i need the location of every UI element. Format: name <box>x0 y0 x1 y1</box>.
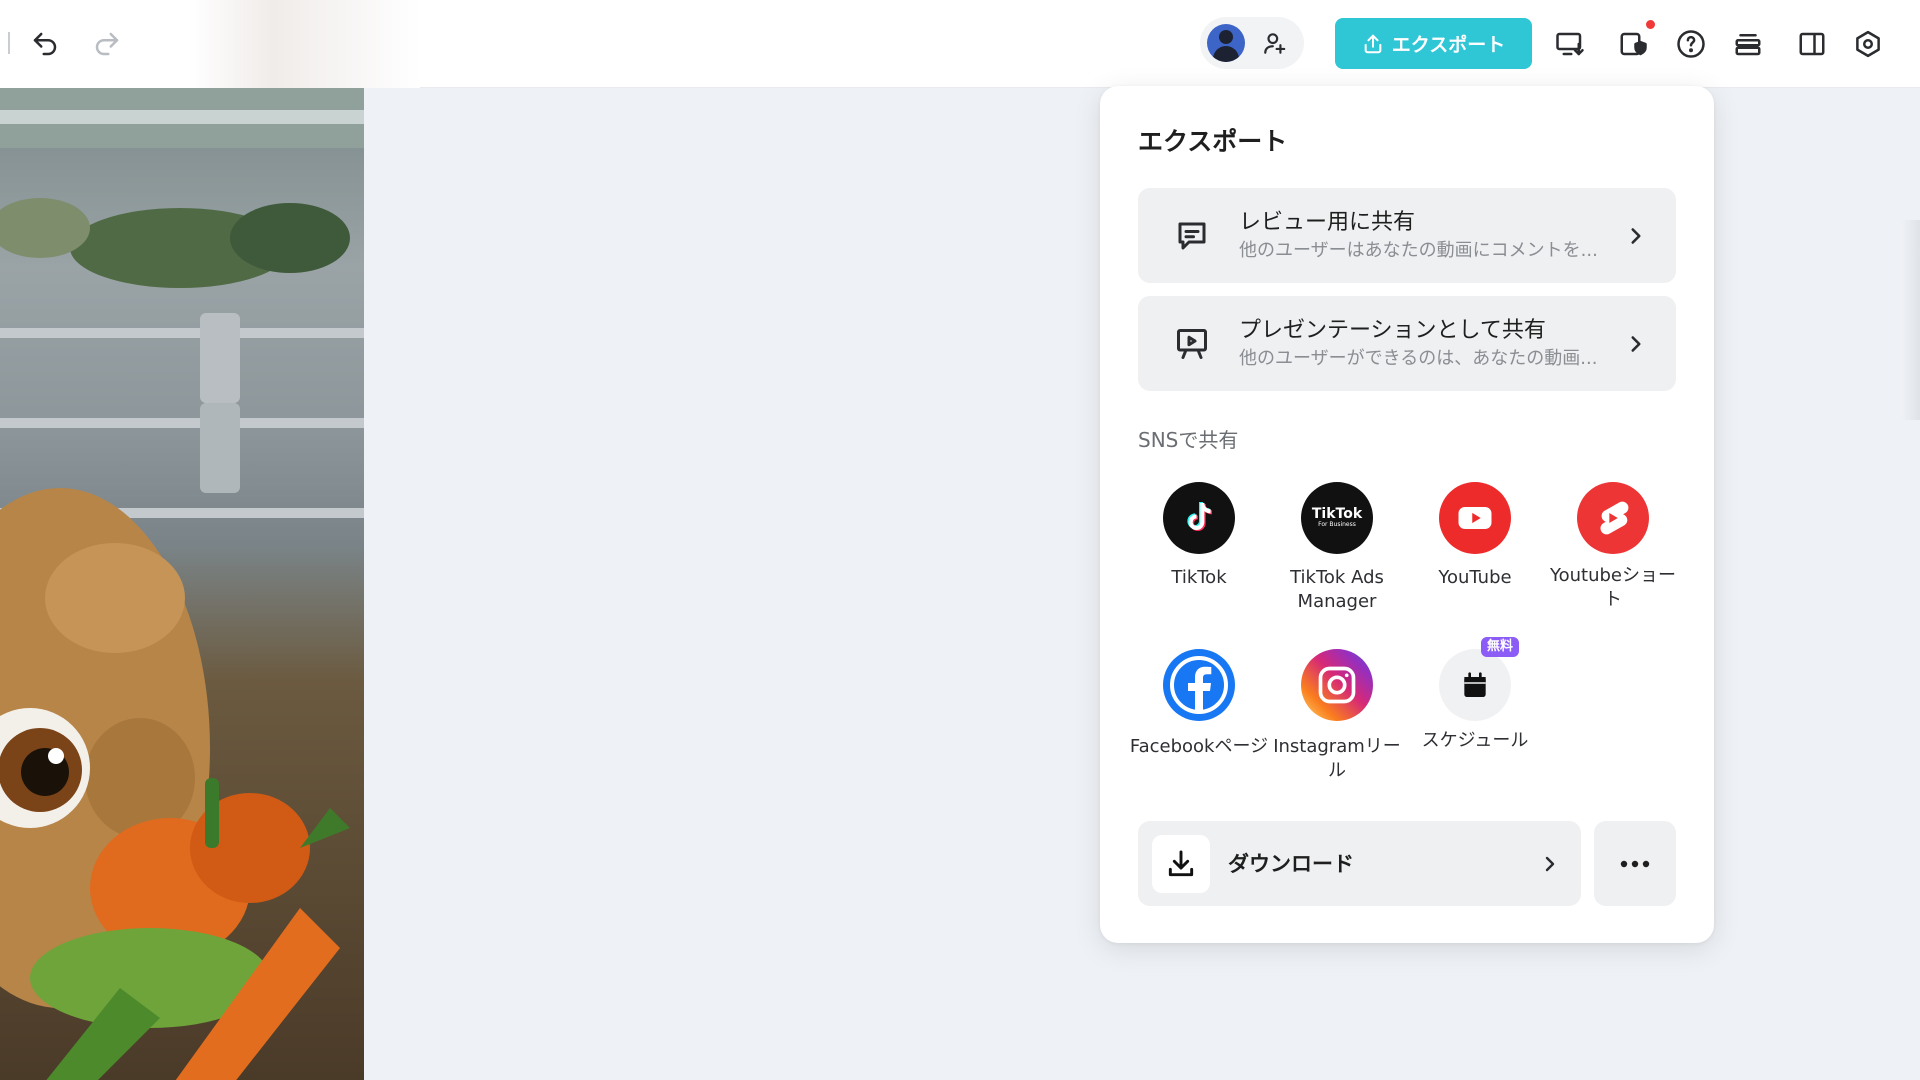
export-upload-icon <box>1364 34 1382 53</box>
chevron-right-icon <box>1631 336 1641 352</box>
present-download-button[interactable] <box>1548 22 1592 66</box>
sns-item-label: YouTube <box>1438 567 1512 588</box>
instagram-icon <box>1301 649 1373 721</box>
chevron-right-icon <box>1631 228 1641 244</box>
more-options-button[interactable] <box>1594 821 1676 906</box>
notification-dot <box>1646 20 1655 29</box>
tiktok-business-logo-sub: For Business <box>1318 521 1356 528</box>
settings-button[interactable] <box>1846 22 1890 66</box>
sns-item-facebook[interactable]: Facebookページ <box>1129 649 1269 759</box>
presentation-share-title: プレゼンテーションとして共有 <box>1239 318 1546 343</box>
layers-icon <box>1735 34 1761 56</box>
canvas-image[interactable] <box>0 88 364 1080</box>
download-icon-box <box>1152 835 1210 893</box>
export-panel: エクスポート レビュー用に共有 他のユーザーはあなたの動画にコメントを... プ… <box>1100 86 1714 943</box>
tiktok-business-icon: TikTok For Business <box>1301 482 1373 554</box>
chevron-right-icon <box>1545 856 1555 872</box>
presentation-share-subtitle: 他のユーザーができるのは、あなたの動画... <box>1239 348 1598 369</box>
undo-icon <box>33 32 57 56</box>
split-panel-button[interactable] <box>1790 22 1834 66</box>
toolbar-divider <box>8 32 10 54</box>
download-icon <box>1168 850 1194 877</box>
layers-button[interactable] <box>1726 22 1770 66</box>
sns-item-label: Instagramリール <box>1273 736 1401 781</box>
sns-item-youtube[interactable]: YouTube <box>1405 482 1545 590</box>
add-user-icon <box>1264 33 1286 54</box>
sns-item-youtube-shorts[interactable]: Youtubeショート <box>1543 482 1683 612</box>
sns-item-label: TikTok <box>1171 567 1227 588</box>
presentation-icon <box>1177 329 1207 359</box>
sns-item-label: TikTok Ads Manager <box>1290 567 1384 612</box>
top-toolbar: エクスポート <box>0 0 1920 88</box>
help-button[interactable] <box>1669 22 1713 66</box>
add-user-button[interactable] <box>1255 23 1295 63</box>
youtube-icon <box>1439 482 1511 554</box>
avatar[interactable] <box>1207 24 1245 62</box>
avatar-body <box>1213 46 1239 62</box>
download-button[interactable]: ダウンロード <box>1138 821 1581 906</box>
present-download-icon <box>1556 32 1584 56</box>
panel-title: エクスポート <box>1138 127 1288 156</box>
shield-check-icon <box>1620 32 1647 56</box>
sns-section-label: SNSで共有 <box>1138 428 1239 452</box>
sns-item-schedule[interactable]: 無料 スケジュール <box>1405 637 1545 753</box>
tiktok-business-logo-text: TikTok <box>1311 506 1363 522</box>
sns-item-instagram[interactable]: Instagramリール <box>1267 649 1407 783</box>
sns-item-label: スケジュール <box>1421 730 1529 751</box>
free-badge: 無料 <box>1481 637 1520 657</box>
sns-item-tiktok-ads[interactable]: TikTok For Business TikTok Ads Manager <box>1267 482 1407 614</box>
review-share-title: レビュー用に共有 <box>1239 210 1416 235</box>
avatar-head <box>1219 30 1233 44</box>
help-icon <box>1677 30 1705 58</box>
sns-item-label: Youtubeショート <box>1550 565 1676 610</box>
calendar-icon: 無料 <box>1439 637 1520 721</box>
review-share-subtitle: 他のユーザーはあなたの動画にコメントを... <box>1239 240 1598 261</box>
canvas-illustration <box>0 88 364 1080</box>
facebook-icon <box>1163 649 1235 721</box>
more-horizontal-icon <box>1620 860 1650 867</box>
redo-button[interactable] <box>85 22 129 66</box>
download-label: ダウンロード <box>1228 852 1354 876</box>
presentation-share-card[interactable]: プレゼンテーションとして共有 他のユーザーができるのは、あなたの動画... <box>1138 296 1676 391</box>
sns-item-label: Facebookページ <box>1129 736 1269 757</box>
redo-icon <box>95 32 119 56</box>
split-panel-icon <box>1799 32 1825 56</box>
review-share-card[interactable]: レビュー用に共有 他のユーザーはあなたの動画にコメントを... <box>1138 188 1676 283</box>
sns-item-tiktok[interactable]: TikTok <box>1129 482 1269 590</box>
export-button[interactable]: エクスポート <box>1335 18 1532 69</box>
youtube-shorts-icon <box>1577 482 1649 554</box>
comment-icon <box>1178 222 1206 250</box>
right-edge-shadow <box>1902 220 1920 420</box>
settings-icon <box>1856 30 1880 58</box>
export-button-label: エクスポート <box>1391 34 1506 56</box>
undo-button[interactable] <box>23 22 67 66</box>
tiktok-icon <box>1163 482 1235 554</box>
